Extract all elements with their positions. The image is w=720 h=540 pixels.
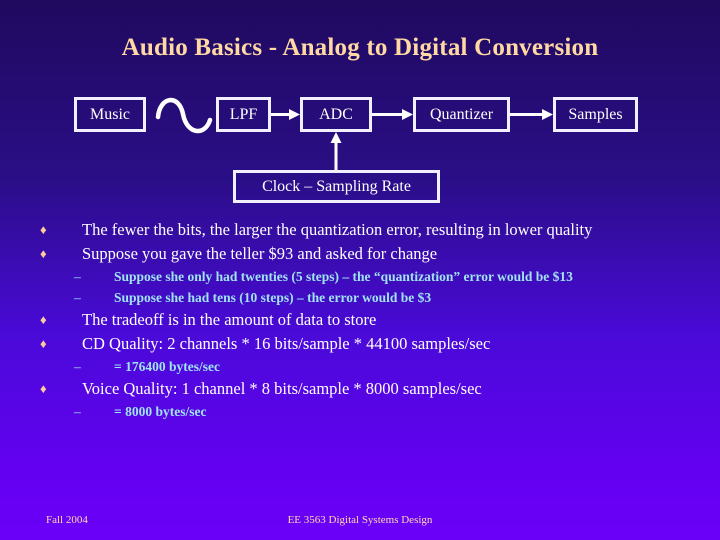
sub-bullet-item: – Suppose she had tens (10 steps) – the … xyxy=(34,287,690,308)
arrow-quantizer-to-samples xyxy=(510,109,553,120)
diagram-box-adc-label: ADC xyxy=(319,105,353,123)
bullet-text: The fewer the bits, the larger the quant… xyxy=(82,220,593,239)
slide-footer: Fall 2004 EE 3563 Digital Systems Design xyxy=(0,514,720,532)
bullet-item: ♦ The fewer the bits, the larger the qua… xyxy=(34,218,690,241)
diagram-box-lpf: LPF xyxy=(216,97,271,132)
bullet-item: ♦ Suppose you gave the teller $93 and as… xyxy=(34,242,690,265)
sub-bullet-marker-dash: – xyxy=(74,290,81,305)
signal-chain-diagram: Music LPF ADC Quantizer Samples Clock – … xyxy=(0,0,720,215)
sub-bullet-text: Suppose she had tens (10 steps) – the er… xyxy=(114,290,432,305)
sub-bullet-marker-dash: – xyxy=(74,359,81,374)
bullet-item: ♦ CD Quality: 2 channels * 16 bits/sampl… xyxy=(34,332,690,355)
diagram-box-quantizer-label: Quantizer xyxy=(429,105,494,123)
sub-bullet-item: – = 8000 bytes/sec xyxy=(34,401,690,422)
diagram-box-quantizer: Quantizer xyxy=(413,97,510,132)
footer-course: EE 3563 Digital Systems Design xyxy=(287,514,433,526)
bullet-marker-diamond: ♦ xyxy=(40,381,47,396)
diagram-box-clock: Clock – Sampling Rate xyxy=(233,170,440,203)
bullet-marker-diamond: ♦ xyxy=(40,336,47,351)
sub-bullet-text: = 176400 bytes/sec xyxy=(114,359,220,374)
sub-bullet-marker-dash: – xyxy=(74,269,81,284)
arrow-lpf-to-adc xyxy=(271,109,300,120)
bullet-item: ♦ The tradeoff is in the amount of data … xyxy=(34,308,690,331)
diagram-box-samples-label: Samples xyxy=(568,105,623,123)
bullet-text: The tradeoff is in the amount of data to… xyxy=(82,310,377,329)
sub-bullet-marker-dash: – xyxy=(74,404,81,419)
bullet-text: Voice Quality: 1 channel * 8 bits/sample… xyxy=(82,379,482,398)
bullet-item: ♦ Voice Quality: 1 channel * 8 bits/samp… xyxy=(34,377,690,400)
diagram-box-lpf-label: LPF xyxy=(229,105,258,123)
arrow-clock-to-adc xyxy=(330,132,342,170)
diagram-box-music-label: Music xyxy=(90,105,130,123)
sub-bullet-item: – = 176400 bytes/sec xyxy=(34,356,690,377)
arrow-adc-to-quantizer xyxy=(372,109,413,120)
bullet-marker-diamond: ♦ xyxy=(40,222,47,237)
slide-canvas: Audio Basics - Analog to Digital Convers… xyxy=(0,0,720,540)
bullet-marker-diamond: ♦ xyxy=(40,246,47,261)
bullet-text: Suppose you gave the teller $93 and aske… xyxy=(82,244,438,263)
diagram-box-adc: ADC xyxy=(300,97,372,132)
bullet-list: ♦ The fewer the bits, the larger the qua… xyxy=(34,218,690,422)
sub-bullet-text: = 8000 bytes/sec xyxy=(114,404,207,419)
diagram-box-samples: Samples xyxy=(553,97,638,132)
sub-bullet-text: Suppose she only had twenties (5 steps) … xyxy=(114,269,573,284)
bullet-marker-diamond: ♦ xyxy=(40,312,47,327)
sine-wave-icon xyxy=(155,90,217,142)
sub-bullet-item: – Suppose she only had twenties (5 steps… xyxy=(34,266,690,287)
diagram-box-music: Music xyxy=(74,97,146,132)
diagram-box-clock-label: Clock – Sampling Rate xyxy=(262,177,411,195)
bullet-text: CD Quality: 2 channels * 16 bits/sample … xyxy=(82,334,491,353)
